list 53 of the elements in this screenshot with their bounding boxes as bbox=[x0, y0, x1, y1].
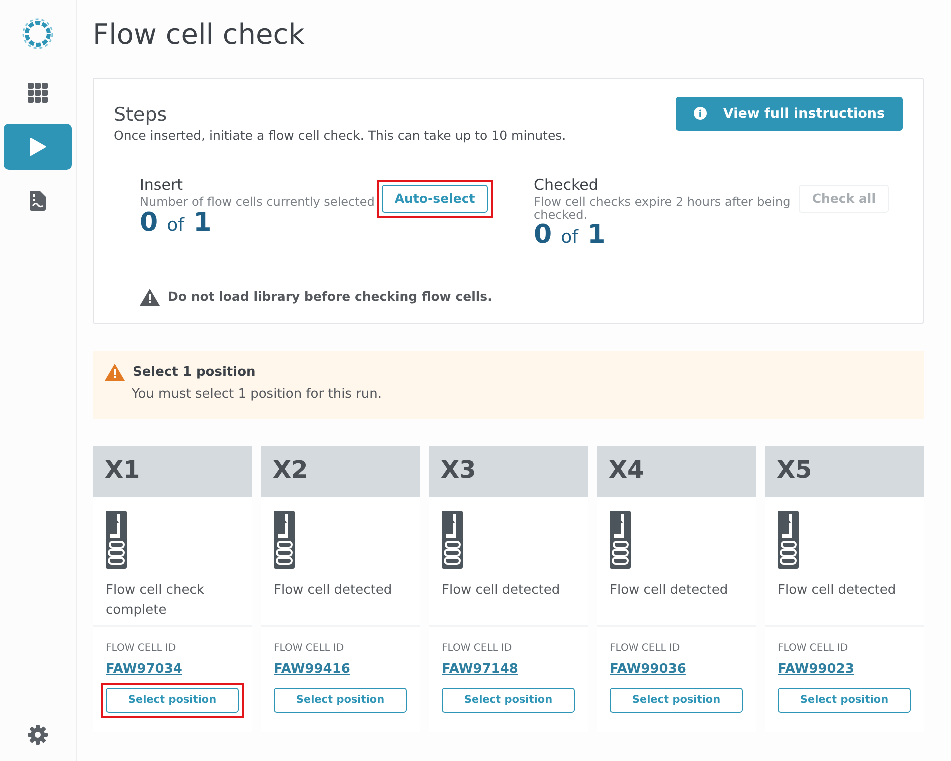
progress-count: 0 of 1 bbox=[534, 221, 607, 250]
position-header: X4 bbox=[597, 446, 756, 497]
flow-cell-id-link[interactable]: FAW99036 bbox=[610, 662, 686, 677]
progress-count: 0 of 1 bbox=[140, 208, 213, 238]
position-header: X2 bbox=[261, 446, 420, 497]
play-icon bbox=[30, 138, 46, 156]
id-label: FLOW CELL ID bbox=[610, 642, 682, 656]
id-label: FLOW CELL ID bbox=[442, 642, 514, 656]
flow-cell-icon bbox=[274, 510, 295, 569]
status-text: Flow cell detected bbox=[778, 582, 898, 600]
steps-heading: Steps bbox=[114, 102, 168, 128]
step-description: Number of flow cells currently selected bbox=[140, 196, 375, 209]
status-text: Flow cell detected bbox=[442, 582, 562, 600]
apps-grid-icon bbox=[28, 83, 48, 103]
step-button[interactable]: Auto-select bbox=[382, 184, 488, 214]
select-position-button[interactable]: Select position bbox=[106, 688, 239, 714]
select-position-button[interactable]: Select position bbox=[442, 688, 575, 714]
flow-cell-id-link[interactable]: FAW99023 bbox=[778, 662, 854, 677]
warning-text: Do not load library before checking flow cells. bbox=[168, 288, 492, 306]
select-position-button[interactable]: Select position bbox=[778, 688, 911, 714]
instructions-button[interactable]: View full instructions bbox=[676, 96, 903, 131]
step-description: Flow cell checks expire 2 hours after being checked. bbox=[534, 196, 792, 222]
flow-cell-id-link[interactable]: FAW99416 bbox=[274, 662, 350, 677]
select-position-button[interactable]: Select position bbox=[610, 688, 743, 714]
flow-cell-id-link[interactable]: FAW97034 bbox=[106, 662, 182, 677]
warning-icon bbox=[140, 288, 160, 306]
id-label: FLOW CELL ID bbox=[778, 642, 850, 656]
id-label: FLOW CELL ID bbox=[106, 642, 178, 656]
flow-cell-icon bbox=[778, 510, 799, 569]
page-title: Flow cell check bbox=[93, 18, 306, 52]
document-chart-icon bbox=[30, 191, 46, 211]
status-text: Flow cell detected bbox=[610, 582, 730, 600]
warning-icon bbox=[105, 364, 125, 381]
alert-title: Select 1 position bbox=[133, 364, 256, 382]
spiral-logo-icon bbox=[22, 18, 54, 50]
sidebar-item[interactable] bbox=[4, 124, 72, 170]
position-header: X3 bbox=[429, 446, 588, 497]
alert-message: You must select 1 position for this run. bbox=[132, 386, 384, 404]
position-header: X5 bbox=[765, 446, 924, 497]
step-heading: Insert bbox=[140, 174, 184, 196]
id-label: FLOW CELL ID bbox=[274, 642, 346, 656]
settings-icon[interactable] bbox=[28, 725, 48, 745]
info-icon bbox=[694, 107, 708, 120]
step-heading: Checked bbox=[534, 174, 600, 196]
flow-cell-icon bbox=[442, 510, 463, 569]
position-header: X1 bbox=[93, 446, 252, 497]
status-text: Flow cell check complete bbox=[106, 582, 206, 620]
flow-cell-id-link[interactable]: FAW97148 bbox=[442, 662, 518, 677]
flow-cell-icon bbox=[610, 510, 631, 569]
status-text: Flow cell detected bbox=[274, 582, 394, 600]
flow-cell-icon bbox=[106, 510, 127, 569]
select-position-button[interactable]: Select position bbox=[274, 688, 407, 714]
steps-description: Once inserted, initiate a flow cell check. This can take up to 10 minutes. bbox=[114, 126, 568, 145]
